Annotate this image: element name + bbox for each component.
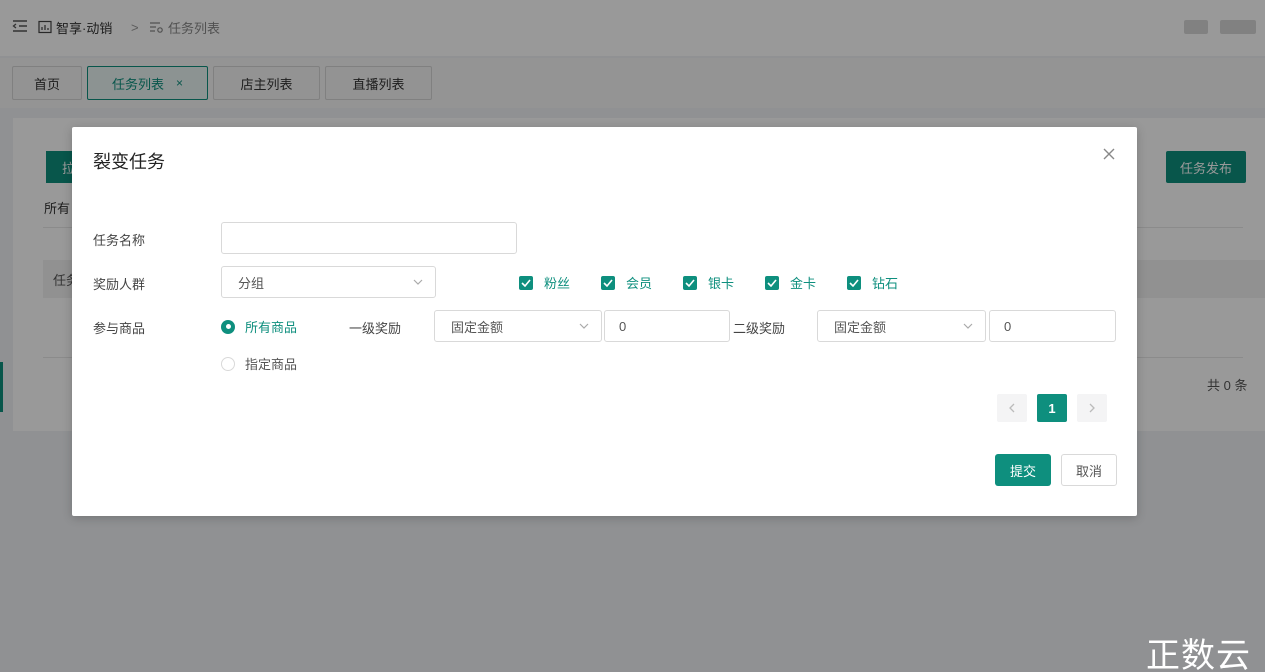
radio-selected-icon bbox=[221, 319, 235, 334]
level2-reward-label: 二级奖励 bbox=[733, 321, 786, 336]
group-select[interactable]: 分组 bbox=[221, 266, 436, 298]
level2-reward-type-value: 固定金额 bbox=[834, 319, 887, 335]
radio-all-goods[interactable]: 所有商品 bbox=[221, 317, 297, 336]
radio-unselected-icon bbox=[221, 356, 235, 371]
pagination-page-button[interactable]: 1 bbox=[1037, 394, 1067, 422]
chevron-down-icon bbox=[413, 279, 423, 285]
checkbox-gold-card[interactable]: 金卡 bbox=[765, 273, 816, 292]
watermark-logo: 正数云 bbox=[1146, 636, 1251, 672]
radio-specific-goods[interactable]: 指定商品 bbox=[221, 354, 297, 373]
checkbox-member-label: 会员 bbox=[626, 276, 653, 291]
level2-reward-amount-input[interactable]: 0 bbox=[989, 310, 1116, 342]
checkbox-checked-icon bbox=[519, 275, 533, 290]
close-icon[interactable] bbox=[1102, 147, 1116, 161]
checkbox-checked-icon bbox=[847, 275, 861, 290]
level1-reward-type-select[interactable]: 固定金额 bbox=[434, 310, 602, 342]
checkbox-fans-label: 粉丝 bbox=[544, 276, 571, 291]
checkbox-diamond-label: 钻石 bbox=[872, 276, 899, 291]
dialog-title: 裂变任务 bbox=[93, 152, 165, 172]
chevron-down-icon bbox=[963, 323, 973, 329]
radio-all-goods-label: 所有商品 bbox=[245, 320, 298, 335]
level1-reward-amount-input[interactable]: 0 bbox=[604, 310, 730, 342]
submit-button-label: 提交 bbox=[1009, 463, 1036, 479]
checkbox-checked-icon bbox=[683, 275, 697, 290]
level1-reward-label: 一级奖励 bbox=[349, 321, 402, 336]
goods-label: 参与商品 bbox=[93, 321, 146, 336]
checkbox-silver-card-label: 银卡 bbox=[708, 276, 735, 291]
submit-button[interactable]: 提交 bbox=[995, 454, 1051, 486]
checkbox-fans[interactable]: 粉丝 bbox=[519, 273, 570, 292]
chevron-down-icon bbox=[579, 323, 589, 329]
checkbox-silver-card[interactable]: 银卡 bbox=[683, 273, 734, 292]
level2-reward-type-select[interactable]: 固定金额 bbox=[817, 310, 986, 342]
pagination-prev-button[interactable] bbox=[997, 394, 1027, 422]
cancel-button[interactable]: 取消 bbox=[1061, 454, 1117, 486]
level1-reward-type-value: 固定金额 bbox=[451, 319, 504, 335]
chevron-right-icon bbox=[1089, 403, 1095, 413]
checkbox-checked-icon bbox=[601, 275, 615, 290]
reward-group-label: 奖励人群 bbox=[93, 277, 146, 292]
group-select-value: 分组 bbox=[238, 275, 265, 291]
checkbox-member[interactable]: 会员 bbox=[601, 273, 652, 292]
checkbox-checked-icon bbox=[765, 275, 779, 290]
checkbox-diamond[interactable]: 钻石 bbox=[847, 273, 898, 292]
fission-task-dialog: 裂变任务 任务名称 奖励人群 分组 粉丝 会员 银卡 金卡 钻石 参与商品 所有… bbox=[72, 127, 1137, 516]
checkbox-gold-card-label: 金卡 bbox=[790, 276, 817, 291]
task-name-input[interactable] bbox=[221, 222, 517, 254]
pagination-next-button[interactable] bbox=[1077, 394, 1107, 422]
chevron-left-icon bbox=[1009, 403, 1015, 413]
cancel-button-label: 取消 bbox=[1075, 463, 1102, 479]
task-name-label: 任务名称 bbox=[93, 233, 146, 248]
radio-specific-goods-label: 指定商品 bbox=[245, 357, 298, 372]
